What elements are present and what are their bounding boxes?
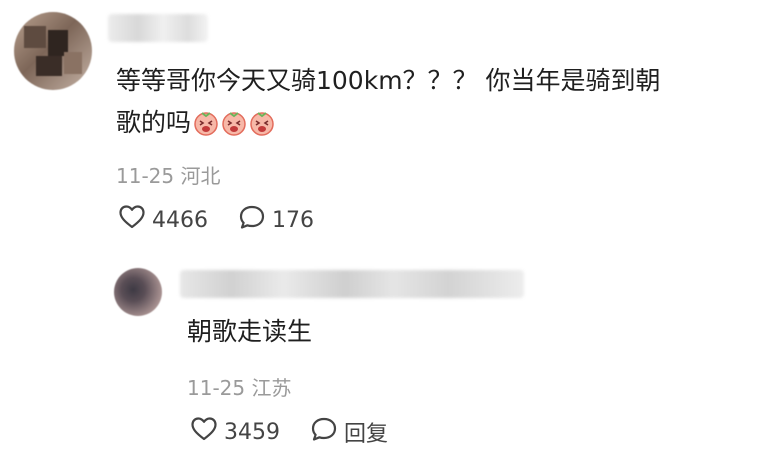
reply-avatar[interactable]: [114, 268, 162, 316]
comment-line-1: 等等哥你今天又骑100km？？？ 你当年是骑到朝: [116, 66, 661, 95]
like-count: 4466: [152, 207, 208, 233]
crying-face-emoji-icon: [249, 107, 275, 136]
crying-face-emoji-icon: [193, 107, 219, 136]
reply-username-blurred[interactable]: [180, 270, 524, 298]
comment-text: 等等哥你今天又骑100km？？？ 你当年是骑到朝 歌的吗: [116, 60, 736, 144]
like-button[interactable]: 4466: [118, 204, 208, 236]
reply-actions: 3459 回复: [190, 416, 418, 448]
reply-count-button[interactable]: 176: [238, 204, 314, 236]
chat-bubble-icon: [238, 204, 272, 236]
reply-meta: 11-25 江苏: [187, 372, 291, 401]
reply-location: 江苏: [251, 376, 292, 400]
comment-meta: 11-25 河北: [116, 160, 220, 189]
heart-icon: [118, 204, 152, 236]
reply-label: 回复: [344, 422, 389, 447]
comment-location: 河北: [180, 164, 221, 188]
avatar[interactable]: [14, 12, 92, 90]
chat-bubble-icon: [310, 416, 344, 448]
reply-count: 176: [272, 207, 314, 233]
crying-face-emoji-icon: [221, 107, 247, 136]
reply-date: 11-25: [187, 376, 246, 400]
heart-icon: [190, 416, 224, 448]
reply-like-button[interactable]: 3459: [190, 416, 280, 448]
reply-text: 朝歌走读生: [187, 317, 313, 346]
comment-line-2-text: 歌的吗: [116, 108, 192, 137]
reply-like-count: 3459: [224, 419, 280, 445]
comment-line-2: 歌的吗: [116, 102, 736, 144]
comment-actions: 4466 176: [118, 204, 344, 236]
username-blurred[interactable]: [108, 14, 208, 42]
comment-date: 11-25: [116, 164, 175, 188]
reply-button[interactable]: 回复: [310, 416, 388, 448]
comment-thread: 等等哥你今天又骑100km？？？ 你当年是骑到朝 歌的吗 11-25 河北 44…: [0, 0, 774, 454]
